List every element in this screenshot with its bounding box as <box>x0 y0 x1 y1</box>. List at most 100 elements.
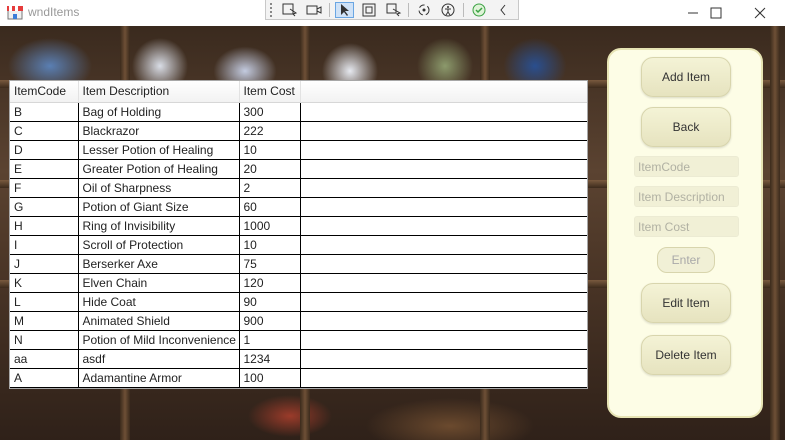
cell-filler <box>300 178 587 198</box>
table-row[interactable]: C Blackrazor 222 <box>10 121 587 141</box>
table-row[interactable]: D Lesser Potion of Healing 10 <box>10 140 587 160</box>
select-element-icon <box>282 3 297 16</box>
cell-itemcode[interactable]: D <box>10 140 79 160</box>
table-row[interactable]: N Potion of Mild Inconvenience 1 <box>10 330 587 350</box>
accessibility-icon <box>441 3 455 16</box>
cell-itemcode[interactable]: K <box>10 273 79 293</box>
cell-cost[interactable]: 120 <box>239 273 301 293</box>
item-code-input[interactable] <box>634 156 739 177</box>
cell-itemcode[interactable]: C <box>10 121 79 141</box>
items-datagrid[interactable]: ItemCode Item Description Item Cost B Bag… <box>9 80 588 389</box>
close-button[interactable] <box>737 0 783 26</box>
pointer-button[interactable] <box>334 1 355 18</box>
cell-description[interactable]: Animated Shield <box>78 311 240 331</box>
toolbar-separator <box>463 2 465 17</box>
snap-button[interactable] <box>384 2 403 18</box>
cell-description[interactable]: Ring of Invisibility <box>78 216 240 236</box>
pointer-icon <box>340 3 349 16</box>
table-row[interactable]: H Ring of Invisibility 1000 <box>10 216 587 236</box>
debug-toolbar <box>265 0 519 20</box>
cell-cost[interactable]: 1000 <box>239 216 301 236</box>
cell-cost[interactable]: 1 <box>239 330 301 350</box>
toolbar-separator <box>408 2 410 17</box>
cell-filler <box>300 197 587 217</box>
table-row[interactable]: I Scroll of Protection 10 <box>10 235 587 255</box>
cell-filler <box>300 330 587 350</box>
item-description-input[interactable] <box>634 186 739 207</box>
column-header-itemcode[interactable]: ItemCode <box>10 81 79 103</box>
cell-filler <box>300 349 587 369</box>
close-icon <box>754 7 766 19</box>
cell-cost[interactable]: 222 <box>239 121 301 141</box>
cell-cost[interactable]: 20 <box>239 159 301 179</box>
cell-description[interactable]: Adamantine Armor <box>78 368 240 388</box>
back-button[interactable]: Back <box>641 107 731 147</box>
cell-itemcode[interactable]: F <box>10 178 79 198</box>
cell-itemcode[interactable]: aa <box>10 349 79 369</box>
table-row[interactable]: J Berserker Axe 75 <box>10 254 587 274</box>
table-row[interactable]: L Hide Coat 90 <box>10 292 587 312</box>
table-row[interactable]: aa asdf 1234 <box>10 349 587 369</box>
table-row[interactable]: G Potion of Giant Size 60 <box>10 197 587 217</box>
table-row[interactable]: F Oil of Sharpness 2 <box>10 178 587 198</box>
column-header-cost[interactable]: Item Cost <box>239 81 301 103</box>
table-row[interactable]: K Elven Chain 120 <box>10 273 587 293</box>
focus-rect-icon <box>362 3 376 16</box>
cell-description[interactable]: Elven Chain <box>78 273 240 293</box>
focus-rect-button[interactable] <box>359 2 378 18</box>
item-cost-input[interactable] <box>634 216 739 237</box>
cell-itemcode[interactable]: L <box>10 292 79 312</box>
table-row[interactable]: M Animated Shield 900 <box>10 311 587 331</box>
cell-cost[interactable]: 900 <box>239 311 301 331</box>
action-panel: Add Item Back Enter Edit Item Delete Ite… <box>607 48 763 418</box>
cell-itemcode[interactable]: M <box>10 311 79 331</box>
accessibility-button[interactable] <box>439 2 458 18</box>
cell-cost[interactable]: 300 <box>239 102 301 122</box>
cell-itemcode[interactable]: N <box>10 330 79 350</box>
cell-description[interactable]: Potion of Giant Size <box>78 197 240 217</box>
cell-description[interactable]: Lesser Potion of Healing <box>78 140 240 160</box>
record-button[interactable] <box>304 2 323 18</box>
cell-description[interactable]: asdf <box>78 349 240 369</box>
cell-itemcode[interactable]: A <box>10 368 79 388</box>
table-row[interactable]: E Greater Potion of Healing 20 <box>10 159 587 179</box>
cell-description[interactable]: Blackrazor <box>78 121 240 141</box>
cell-cost[interactable]: 90 <box>239 292 301 312</box>
snap-icon <box>386 3 401 16</box>
cell-filler <box>300 273 587 293</box>
cell-description[interactable]: Greater Potion of Healing <box>78 159 240 179</box>
collapse-button[interactable] <box>494 2 513 18</box>
cell-itemcode[interactable]: J <box>10 254 79 274</box>
add-item-button[interactable]: Add Item <box>641 57 731 97</box>
cell-cost[interactable]: 10 <box>239 140 301 160</box>
cell-description[interactable]: Oil of Sharpness <box>78 178 240 198</box>
window-title: wndItems <box>28 5 80 19</box>
enter-button[interactable]: Enter <box>657 247 715 273</box>
toolbar-grip[interactable] <box>270 2 274 17</box>
cell-itemcode[interactable]: H <box>10 216 79 236</box>
cell-description[interactable]: Hide Coat <box>78 292 240 312</box>
cell-itemcode[interactable]: B <box>10 102 79 122</box>
cell-description[interactable]: Berserker Axe <box>78 254 240 274</box>
maximize-button[interactable] <box>693 0 739 26</box>
cell-description[interactable]: Scroll of Protection <box>78 235 240 255</box>
column-header-description[interactable]: Item Description <box>78 81 240 103</box>
select-element-button[interactable] <box>280 2 299 18</box>
cell-itemcode[interactable]: I <box>10 235 79 255</box>
cell-cost[interactable]: 60 <box>239 197 301 217</box>
table-row[interactable]: B Bag of Holding 300 <box>10 102 587 122</box>
hot-reload-button[interactable] <box>414 2 433 18</box>
table-row[interactable]: A Adamantine Armor 100 <box>10 368 587 388</box>
cell-description[interactable]: Potion of Mild Inconvenience <box>78 330 240 350</box>
cell-itemcode[interactable]: E <box>10 159 79 179</box>
checkmark-button[interactable] <box>469 2 488 18</box>
cell-itemcode[interactable]: G <box>10 197 79 217</box>
cell-cost[interactable]: 2 <box>239 178 301 198</box>
cell-cost[interactable]: 1234 <box>239 349 301 369</box>
cell-description[interactable]: Bag of Holding <box>78 102 240 122</box>
cell-cost[interactable]: 10 <box>239 235 301 255</box>
edit-item-button[interactable]: Edit Item <box>641 283 731 323</box>
cell-cost[interactable]: 75 <box>239 254 301 274</box>
delete-item-button[interactable]: Delete Item <box>641 335 731 375</box>
cell-cost[interactable]: 100 <box>239 368 301 388</box>
